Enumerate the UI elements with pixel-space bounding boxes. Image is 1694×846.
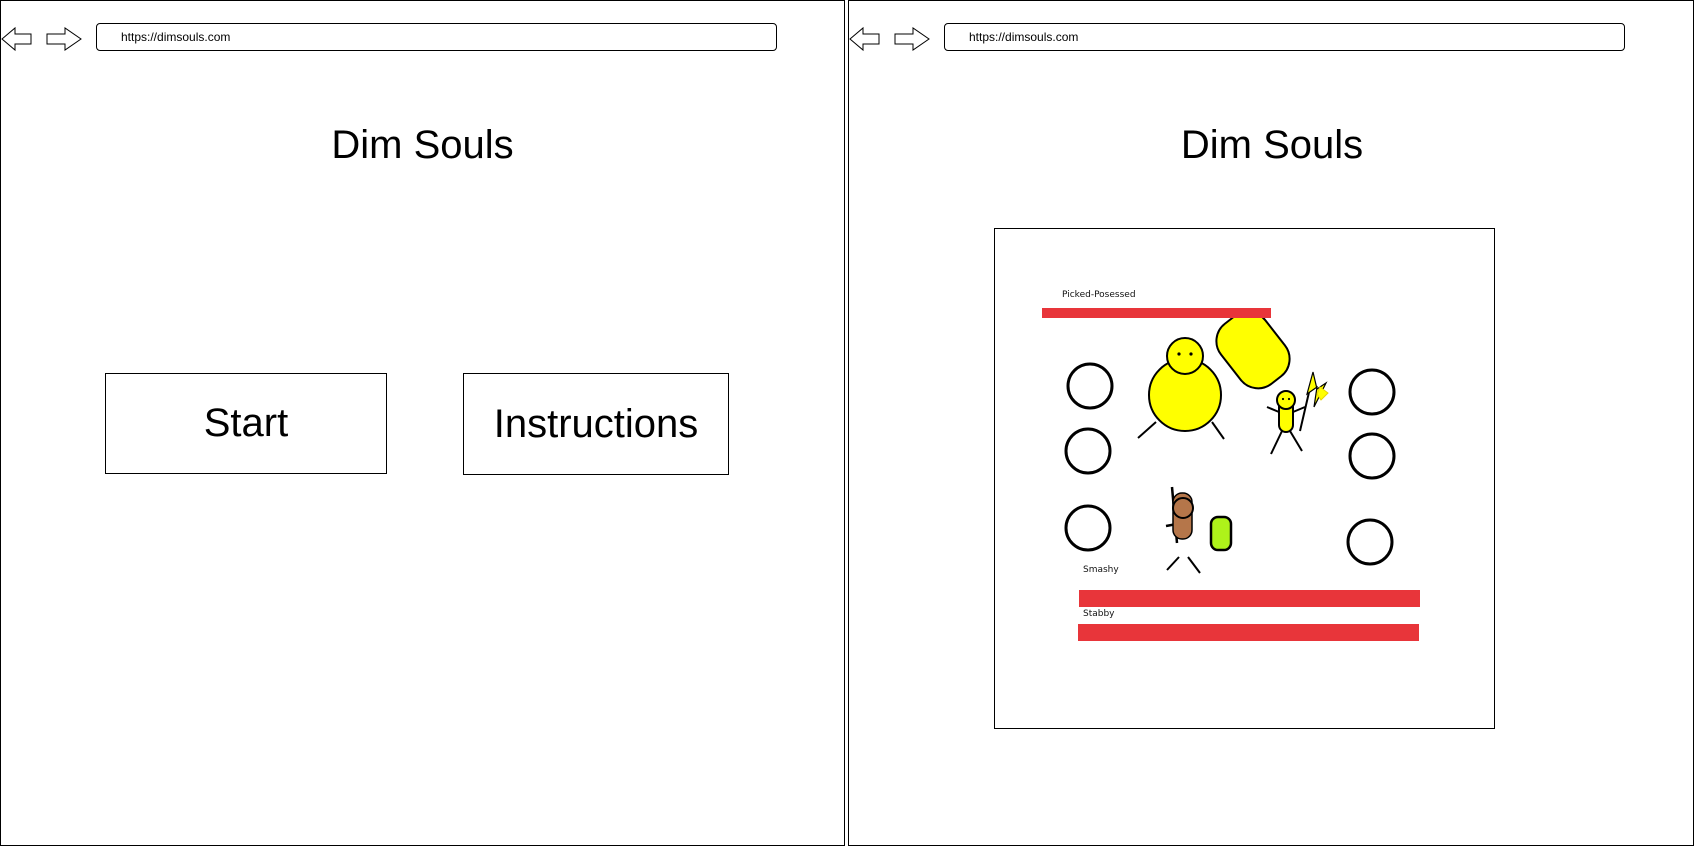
smashy-health-bar: [1079, 590, 1420, 607]
back-arrow-icon[interactable]: [1, 25, 39, 53]
stabby-name-label: Stabby: [1083, 609, 1115, 619]
game-canvas[interactable]: Picked-Posessed Smashy Stabby: [994, 228, 1495, 729]
arena-pillar: [1064, 504, 1112, 552]
stabby-health-bar: [1078, 624, 1419, 641]
stabby-character: [1165, 486, 1233, 574]
arena-pillar: [1346, 518, 1394, 566]
address-bar[interactable]: https://dimsouls.com: [96, 23, 777, 51]
enemy-health-bar: [1042, 308, 1271, 318]
instructions-button[interactable]: Instructions: [463, 373, 729, 475]
enemy-name-label: Picked-Posessed: [1062, 290, 1136, 300]
browser-window-start: https://dimsouls.com Dim Souls Start Ins…: [0, 0, 845, 846]
forward-arrow-icon[interactable]: [45, 25, 83, 53]
shield-icon: [1209, 515, 1233, 552]
arena-pillar: [1348, 368, 1396, 416]
battle-scene: [1064, 310, 1396, 574]
back-arrow-icon[interactable]: [849, 25, 887, 53]
start-button[interactable]: Start: [105, 373, 387, 474]
arena-pillar: [1066, 362, 1114, 410]
forward-arrow-icon[interactable]: [893, 25, 931, 53]
address-bar[interactable]: https://dimsouls.com: [944, 23, 1625, 51]
arena-pillar: [1348, 432, 1396, 480]
smashy-name-label: Smashy: [1083, 565, 1119, 575]
arena-pillar: [1064, 427, 1112, 475]
browser-window-game: https://dimsouls.com Dim Souls Picked-Po…: [848, 0, 1694, 846]
boss-character: [1137, 310, 1291, 440]
page-title: Dim Souls: [1180, 123, 1364, 167]
mage-character: [1266, 371, 1329, 455]
page-title: Dim Souls: [331, 123, 514, 167]
